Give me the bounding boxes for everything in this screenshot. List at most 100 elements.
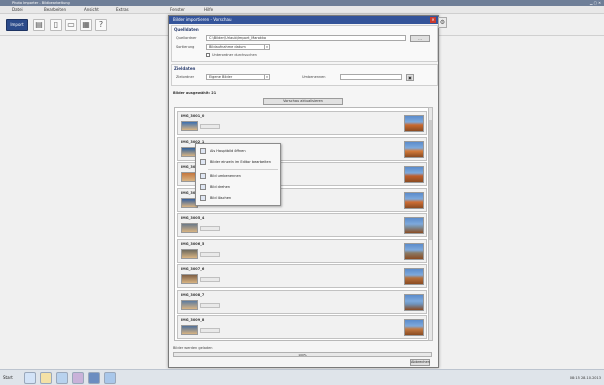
photo-app-icon[interactable] — [88, 372, 100, 384]
photo-name: IMG_3008_7 — [181, 292, 205, 297]
window-icon[interactable] — [104, 372, 116, 384]
edit-icon — [200, 159, 206, 165]
browser-icon[interactable] — [24, 372, 36, 384]
system-clock: 08:15 28.10.2013 — [569, 376, 601, 380]
chevron-down-icon: ▾ — [264, 75, 269, 79]
menu-file[interactable]: Datei — [12, 7, 23, 12]
settings-icon[interactable]: ⚙ — [438, 17, 447, 28]
scrollbar-thumb[interactable] — [429, 120, 432, 240]
photo-preview[interactable] — [404, 242, 424, 260]
photo-name: IMG_3009_8 — [181, 318, 205, 322]
menu-view[interactable]: Ansicht — [84, 7, 99, 12]
photo-preview[interactable] — [404, 191, 424, 209]
photo-preview[interactable] — [404, 319, 424, 336]
photo-row[interactable]: IMG_3007_6 — [177, 264, 427, 288]
folder-icon[interactable] — [40, 372, 52, 384]
photo-name: IMG_3001_0 — [181, 114, 205, 118]
photo-preview[interactable] — [404, 140, 424, 158]
menu-window[interactable]: Fenster — [170, 7, 185, 12]
save-icon[interactable]: ▭ — [65, 19, 77, 31]
photo-row[interactable]: IMG_3009_8 — [177, 315, 427, 339]
settings-icon[interactable] — [72, 372, 84, 384]
help-icon[interactable]: ? — [95, 19, 107, 31]
page-icon[interactable]: ▤ — [33, 19, 45, 31]
photo-name: IMG_3005_4 — [181, 216, 205, 220]
target-section-title: Zieldaten — [174, 66, 196, 71]
photo-preview[interactable] — [404, 217, 424, 234]
context-item-open[interactable]: Als Hauptbild öffnen — [196, 146, 280, 156]
photo-preview[interactable] — [404, 166, 424, 183]
chevron-down-icon: ▾ — [264, 45, 269, 49]
dialog-titlebar[interactable]: Bilder importieren - Vorschau ✕ — [169, 16, 438, 24]
context-item-rotate[interactable]: Bild drehen — [196, 182, 280, 192]
menu-help[interactable]: Hilfe — [204, 7, 213, 12]
photo-row[interactable]: IMG_3005_4 — [177, 213, 427, 237]
delete-icon — [200, 195, 206, 201]
progress-bar: 100% — [173, 352, 432, 357]
subfolder-checkbox[interactable] — [206, 53, 210, 57]
photo-meta — [200, 124, 220, 129]
start-button[interactable]: Start — [3, 373, 20, 383]
sort-value: Bildaufnahme datum — [209, 45, 246, 49]
photo-thumbnail[interactable] — [181, 248, 198, 259]
rename-field[interactable] — [340, 74, 402, 80]
import-button[interactable]: Import — [6, 19, 28, 31]
taskbar: Start 08:15 28.10.2013 — [0, 369, 604, 385]
sort-label: Sortierung — [176, 45, 195, 49]
photo-meta — [200, 226, 220, 231]
sort-select[interactable]: Bildaufnahme datum ▾ — [206, 44, 270, 50]
rotate-icon — [200, 184, 206, 190]
photo-meta — [200, 251, 220, 257]
photo-row[interactable]: IMG_3006_5 — [177, 238, 427, 263]
media-icon[interactable] — [56, 372, 68, 384]
folder-icon[interactable]: ▣ — [406, 74, 414, 81]
menubar: Datei Bearbeiten Ansicht Extras Fenster … — [0, 6, 604, 14]
status-label: Bilder werden geladen — [173, 346, 213, 350]
photo-thumbnail[interactable] — [181, 299, 198, 310]
photo-thumbnail[interactable] — [181, 325, 198, 335]
context-menu: Als Hauptbild öffnen Bilder einzeln im E… — [195, 143, 281, 206]
photo-preview[interactable] — [404, 268, 424, 285]
cancel-button[interactable]: Abbrechen — [410, 359, 430, 366]
close-icon[interactable]: ✕ — [430, 17, 436, 23]
app-title: Photo Importer - Bildbearbeitung — [12, 1, 70, 5]
photo-preview[interactable] — [404, 115, 424, 132]
rename-label: Umbenennen — [302, 75, 326, 79]
photo-name: IMG_3007_6 — [181, 267, 205, 271]
photo-thumbnail[interactable] — [181, 121, 198, 131]
context-item-delete[interactable]: Bild löschen — [196, 193, 280, 203]
target-select[interactable]: Eigene Bilder ▾ — [206, 74, 270, 80]
rename-icon — [200, 173, 206, 179]
photo-list-scrollbar[interactable] — [428, 107, 433, 341]
subfolder-label: Unterordner durchsuchen — [212, 53, 257, 57]
photo-meta — [200, 328, 220, 333]
photo-meta — [200, 302, 220, 308]
photo-preview[interactable] — [404, 293, 424, 311]
photo-row[interactable]: IMG_3001_0 — [177, 111, 427, 135]
image-icon — [200, 148, 206, 154]
source-path-field[interactable]: C:\Bilder\Urlaub\Import_Marokko — [206, 35, 406, 41]
photo-name: IMG_3006_5 — [181, 241, 205, 246]
menu-extras[interactable]: Extras — [116, 7, 129, 12]
selection-count: Bilder ausgewählt: 21 — [173, 91, 217, 95]
target-label: Zielordner — [176, 75, 195, 79]
import-dialog: Bilder importieren - Vorschau ✕ ⚙ Quelld… — [168, 15, 447, 368]
source-path-label: Quellordner — [176, 36, 197, 40]
context-item-rename[interactable]: Bild umbenennen — [196, 171, 280, 181]
source-group: Quelldaten Quellordner C:\Bilder\Urlaub\… — [171, 25, 438, 62]
photo-row[interactable]: IMG_3008_7 — [177, 289, 427, 314]
photo-thumbnail[interactable] — [181, 223, 198, 233]
photo-thumbnail[interactable] — [181, 274, 198, 284]
dialog-title: Bilder importieren - Vorschau — [173, 17, 232, 22]
photo-meta — [200, 277, 220, 282]
source-section-title: Quelldaten — [174, 27, 199, 32]
menu-edit[interactable]: Bearbeiten — [44, 7, 66, 12]
target-group: Zieldaten Zielordner Eigene Bilder ▾ Umb… — [171, 64, 438, 86]
target-value: Eigene Bilder — [209, 75, 233, 79]
document-icon[interactable]: ▯ — [50, 19, 62, 31]
grid-icon[interactable]: ▦ — [80, 19, 92, 31]
browse-button[interactable]: … — [410, 35, 430, 42]
refresh-preview-button[interactable]: Vorschau aktualisieren — [263, 98, 343, 105]
context-item-edit[interactable]: Bilder einzeln im Editor bearbeiten — [196, 157, 280, 167]
context-separator — [208, 169, 278, 170]
